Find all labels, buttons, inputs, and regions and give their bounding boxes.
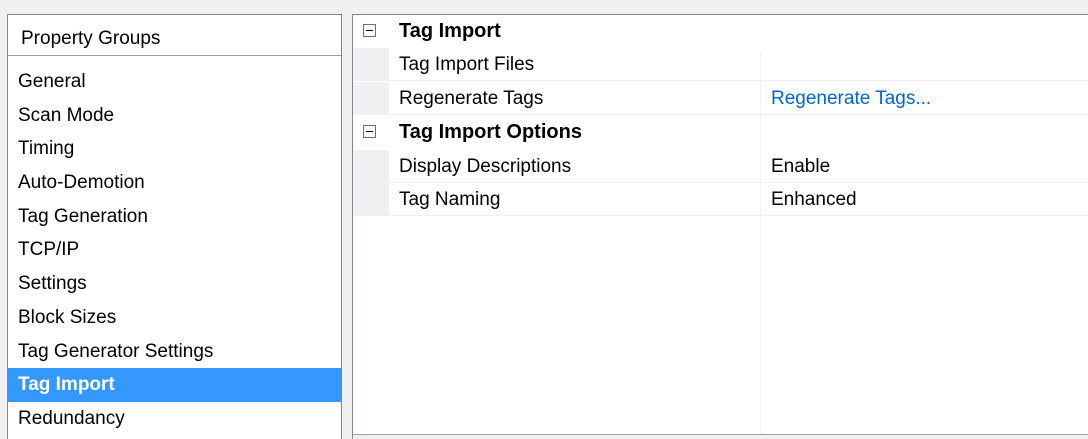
- row-gutter: [353, 150, 389, 183]
- category-label: Tag Import Options: [399, 121, 582, 143]
- property-row-tag-import-files[interactable]: Tag Import Files: [353, 48, 1088, 81]
- property-name: Tag Naming: [399, 189, 501, 210]
- property-groups-panel: Property Groups General Scan Mode Timing…: [7, 14, 342, 439]
- column-divider[interactable]: [760, 52, 761, 436]
- regenerate-tags-link[interactable]: Regenerate Tags...: [771, 82, 931, 115]
- property-groups-header: Property Groups: [8, 15, 341, 56]
- group-item-general[interactable]: General: [8, 65, 341, 99]
- property-value[interactable]: Enable: [771, 150, 830, 183]
- group-item-tag-generation[interactable]: Tag Generation: [8, 200, 341, 234]
- property-row-display-descriptions[interactable]: Display Descriptions Enable: [353, 150, 1088, 183]
- group-item-tcp-ip[interactable]: TCP/IP: [8, 233, 341, 267]
- property-groups-list: General Scan Mode Timing Auto-Demotion T…: [8, 65, 341, 436]
- category-tag-import: Tag Import: [353, 15, 1088, 48]
- property-editor-window: Property Groups General Scan Mode Timing…: [0, 0, 1088, 439]
- property-name: Tag Import Files: [399, 54, 535, 75]
- group-item-redundancy[interactable]: Redundancy: [8, 402, 341, 436]
- group-item-tag-import[interactable]: Tag Import: [8, 368, 341, 402]
- group-item-tag-generator-settings[interactable]: Tag Generator Settings: [8, 335, 341, 369]
- row-gutter: [353, 82, 389, 115]
- property-name: Regenerate Tags: [399, 88, 544, 109]
- property-row-regenerate-tags[interactable]: Regenerate Tags Regenerate Tags...: [353, 82, 1088, 115]
- category-tag-import-options: Tag Import Options: [353, 116, 1088, 149]
- group-item-settings[interactable]: Settings: [8, 267, 341, 301]
- row-gutter: [353, 183, 389, 216]
- group-item-auto-demotion[interactable]: Auto-Demotion: [8, 166, 341, 200]
- grid-bottom-splitter[interactable]: [353, 434, 1088, 439]
- collapse-icon[interactable]: [363, 24, 376, 37]
- property-value[interactable]: Enhanced: [771, 183, 857, 216]
- property-grid: Tag Import Tag Import Files Regenerate T…: [352, 14, 1088, 439]
- group-item-block-sizes[interactable]: Block Sizes: [8, 301, 341, 335]
- row-gutter: [353, 48, 389, 81]
- property-row-tag-naming[interactable]: Tag Naming Enhanced: [353, 183, 1088, 216]
- category-label: Tag Import: [399, 20, 501, 42]
- property-name: Display Descriptions: [399, 156, 572, 177]
- collapse-icon[interactable]: [363, 125, 376, 138]
- group-item-timing[interactable]: Timing: [8, 132, 341, 166]
- group-item-scan-mode[interactable]: Scan Mode: [8, 99, 341, 133]
